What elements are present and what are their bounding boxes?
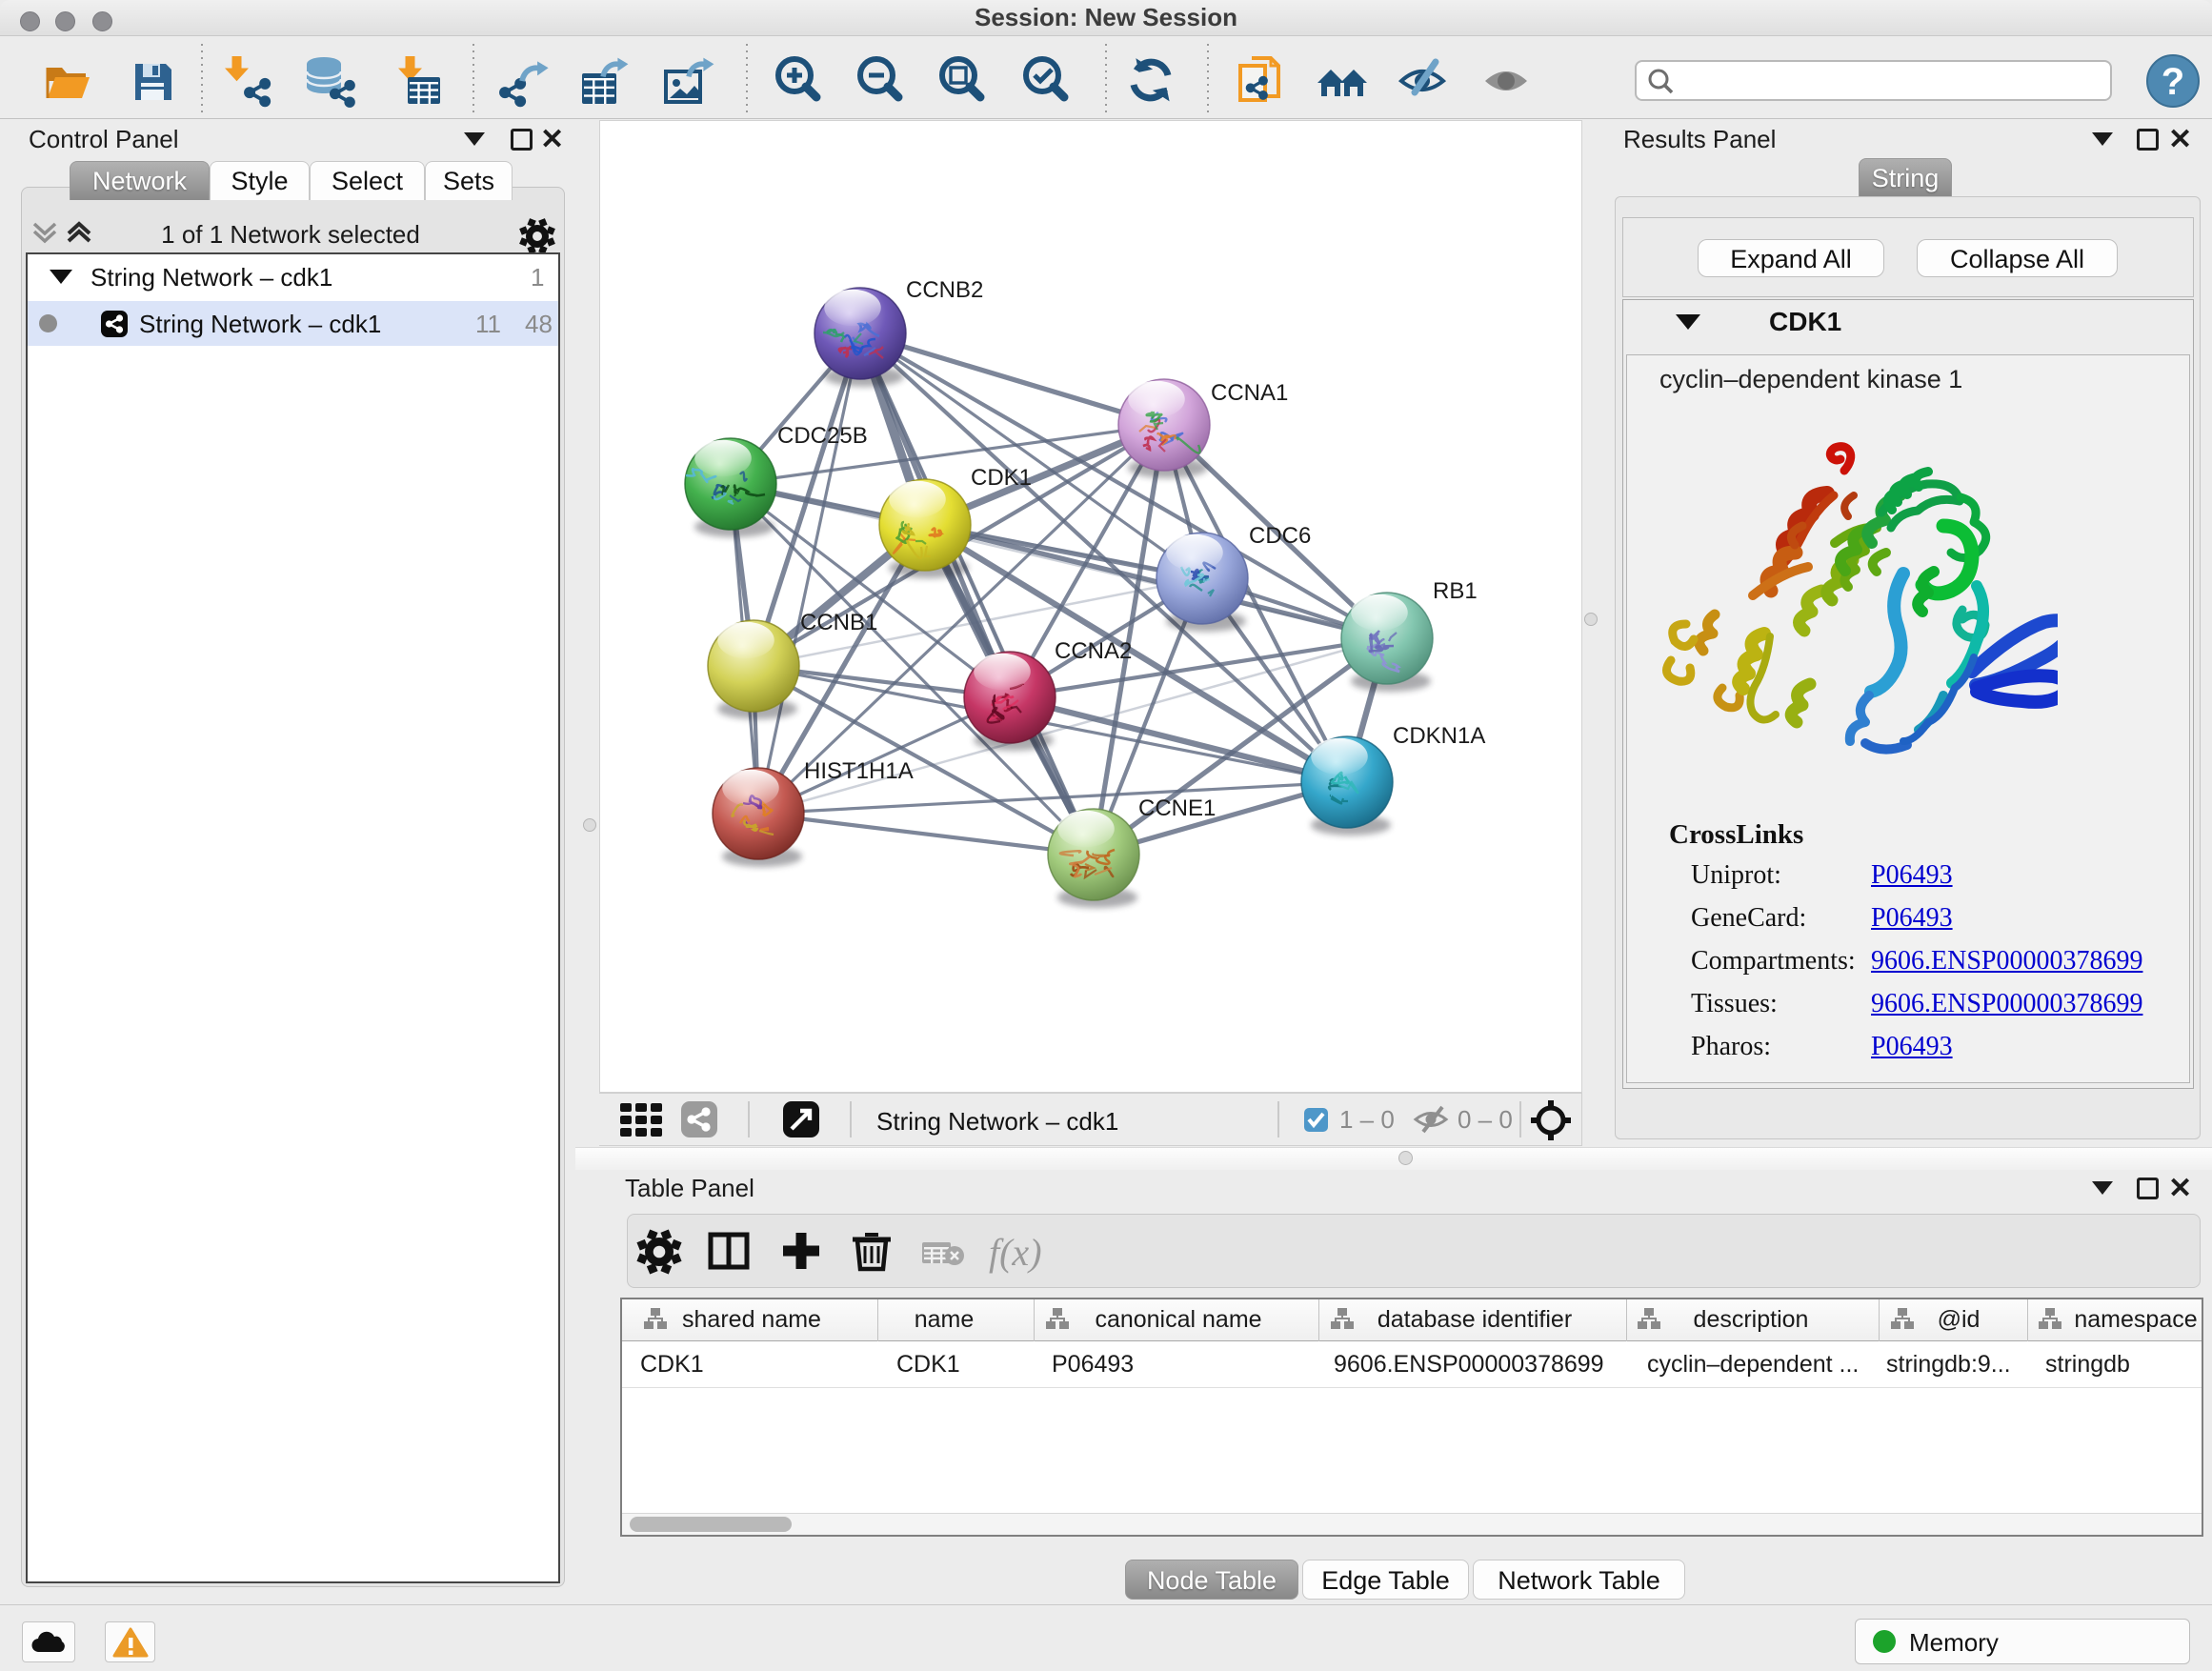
svg-text:CCNB2: CCNB2	[906, 277, 983, 303]
svg-text:CCNA2: CCNA2	[1055, 638, 1132, 664]
svg-text:CDKN1A: CDKN1A	[1393, 723, 1485, 749]
svg-text:CCNA1: CCNA1	[1211, 380, 1288, 406]
svg-text:RB1: RB1	[1433, 578, 1478, 604]
svg-text:1 – 0: 1 – 0	[1339, 1105, 1395, 1134]
svg-text:CDC25B: CDC25B	[777, 423, 868, 449]
svg-text:HIST1H1A: HIST1H1A	[804, 758, 914, 784]
svg-text:f(x): f(x)	[989, 1231, 1042, 1274]
svg-text:CCNE1: CCNE1	[1138, 795, 1216, 821]
svg-text:CCNB1: CCNB1	[800, 610, 877, 635]
svg-text:CDC6: CDC6	[1249, 523, 1311, 549]
svg-text:CDK1: CDK1	[971, 465, 1032, 491]
svg-text:0 – 0: 0 – 0	[1458, 1105, 1513, 1134]
